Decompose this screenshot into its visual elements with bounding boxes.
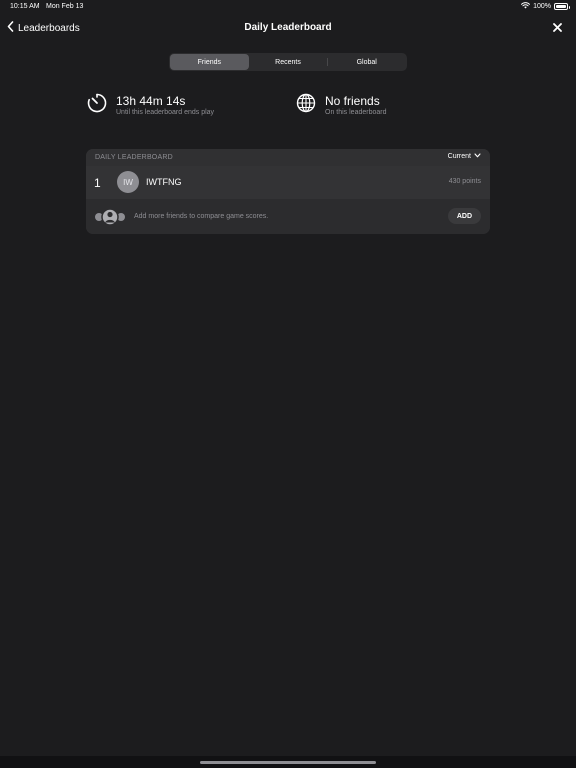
status-time: 10:15 AM	[10, 3, 40, 10]
tab-recents[interactable]: Recents	[249, 54, 328, 70]
time-remaining-caption: Until this leaderboard ends play	[116, 109, 215, 116]
timer-icon	[86, 92, 108, 119]
time-remaining-info: 13h 44m 14s Until this leaderboard ends …	[86, 92, 214, 119]
battery-fill	[556, 5, 566, 8]
status-date: Mon Feb 13	[46, 3, 84, 10]
leaderboard-scope-tabs: Friends Recents Global	[169, 53, 407, 71]
add-friends-row: Add more friends to compare game scores.…	[86, 199, 490, 234]
period-dropdown[interactable]: Current	[448, 153, 481, 160]
page-title: Daily Leaderboard	[244, 22, 332, 33]
wifi-icon	[521, 2, 531, 11]
leaderboard-header: DAILY LEADERBOARD Current	[86, 149, 490, 166]
status-bar: 10:15 AM Mon Feb 13 100%	[0, 0, 576, 14]
tab-friends[interactable]: Friends	[170, 54, 249, 70]
player-name: IWTFNG	[146, 177, 182, 187]
leaderboard-card: DAILY LEADERBOARD Current 1 IW IWTFNG 43…	[86, 149, 490, 234]
period-label: Current	[447, 153, 471, 160]
chevron-down-icon	[474, 153, 481, 160]
time-remaining-value: 13h 44m 14s	[116, 94, 186, 108]
add-friends-button[interactable]: ADD	[447, 208, 481, 224]
battery-percent: 100%	[533, 3, 551, 10]
close-icon	[552, 19, 562, 37]
home-indicator[interactable]	[200, 761, 376, 764]
player-points: 430 points	[448, 178, 481, 185]
battery-icon	[554, 3, 570, 10]
friends-count-value: No friends	[325, 94, 380, 108]
friends-count-info: No friends On this leaderboard	[295, 92, 386, 119]
status-indicators: 100%	[521, 2, 570, 11]
globe-icon	[295, 92, 317, 119]
leaderboard-row[interactable]: 1 IW IWTFNG 430 points	[86, 166, 490, 199]
friends-group-icon	[94, 208, 126, 231]
avatar: IW	[117, 171, 139, 193]
friends-info-text: No friends On this leaderboard	[325, 92, 386, 116]
add-friends-prompt: Add more friends to compare game scores.	[134, 213, 269, 220]
navigation-bar: Leaderboards Daily Leaderboard	[0, 14, 576, 42]
close-button[interactable]	[550, 21, 564, 35]
tab-global[interactable]: Global	[327, 54, 406, 70]
rank-number: 1	[94, 176, 101, 190]
avatar-initials: IW	[123, 177, 133, 187]
friends-count-caption: On this leaderboard	[325, 109, 387, 116]
leaderboard-title: DAILY LEADERBOARD	[95, 154, 173, 161]
timer-text: 13h 44m 14s Until this leaderboard ends …	[116, 92, 214, 116]
